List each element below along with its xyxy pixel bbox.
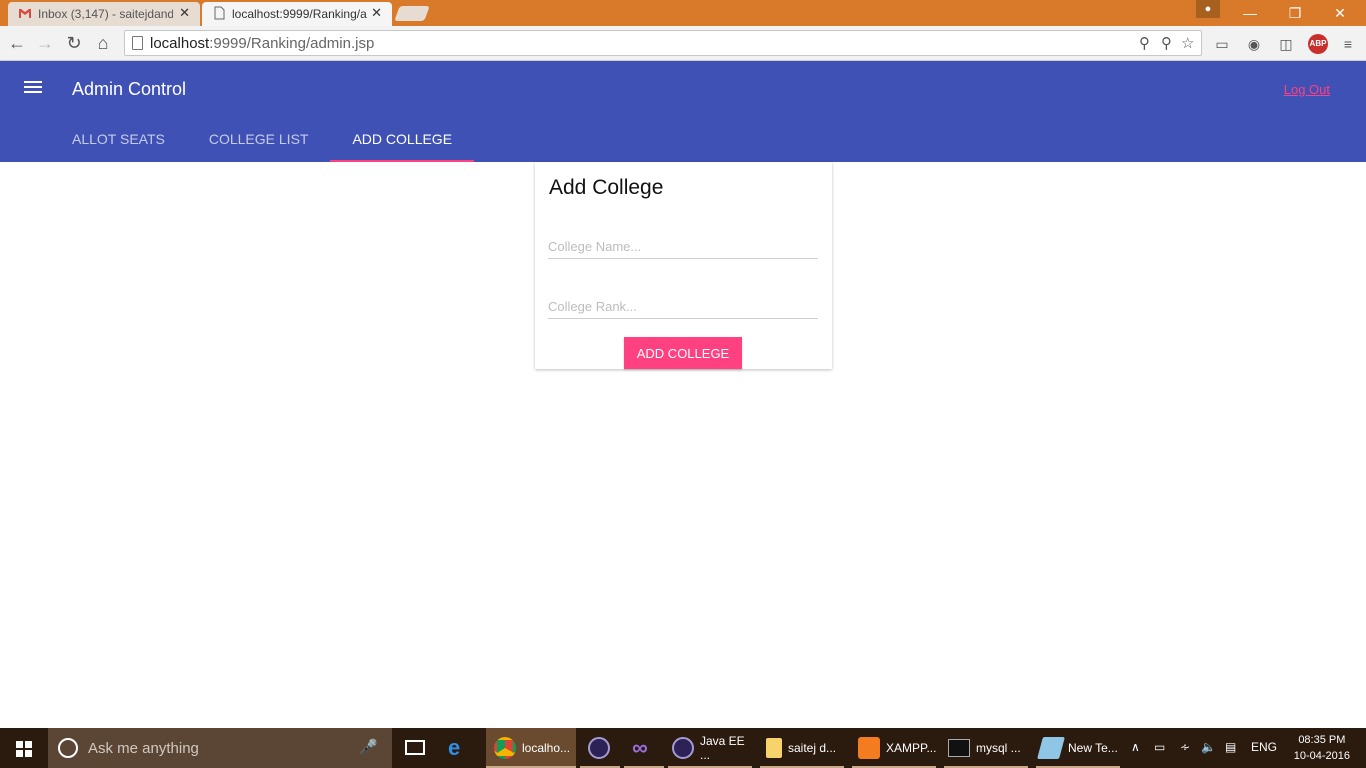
taskbar-item-label: mysql ... xyxy=(976,741,1021,755)
tab-add-college[interactable]: ADD COLLEGE xyxy=(330,121,474,162)
chrome-menu-icon[interactable]: ≡ xyxy=(1338,34,1358,54)
close-window-icon[interactable]: ✕ xyxy=(1320,3,1360,23)
clock-date: 10-04-2016 xyxy=(1293,750,1350,762)
taskbar-item-label: Java EE ... xyxy=(700,734,745,762)
edge-icon: e xyxy=(448,735,461,760)
battery-icon[interactable]: ▭ xyxy=(1154,740,1165,754)
zoom-icon[interactable]: ⚲ xyxy=(1139,34,1150,52)
terminal-icon xyxy=(948,739,970,757)
browser-tab-title: localhost:9999/Ranking/ac xyxy=(232,7,367,21)
taskbar-item-mysql[interactable]: mysql ... xyxy=(944,728,1028,768)
browser-toolbar: ← → ↻ ⌂ localhost:9999/Ranking/admin.jsp… xyxy=(0,26,1366,61)
adblock-plus-icon[interactable]: ABP xyxy=(1308,34,1328,54)
eclipse-icon xyxy=(588,737,610,759)
url-path: :9999/Ranking/admin.jsp xyxy=(209,35,375,52)
browser-tab-title: Inbox (3,147) - saitejdand xyxy=(38,7,173,21)
taskbar-item-label: saitej d... xyxy=(788,741,837,755)
add-college-button[interactable]: ADD COLLEGE xyxy=(624,337,742,369)
taskbar-item-notepad[interactable]: New Te... xyxy=(1036,728,1120,768)
tab-college-list[interactable]: COLLEGE LIST xyxy=(187,121,331,162)
hamburger-menu-icon[interactable] xyxy=(24,81,42,97)
eclipse-java-ee-icon xyxy=(672,737,694,759)
url-text: localhost:9999/Ranking/admin.jsp xyxy=(150,35,374,52)
minimize-icon[interactable]: — xyxy=(1230,3,1270,23)
tab-allot-seats[interactable]: ALLOT SEATS xyxy=(50,121,187,162)
taskbar-item-java-ee[interactable]: Java EE ... xyxy=(668,728,752,768)
chrome-icon xyxy=(494,737,516,759)
logout-link[interactable]: Log Out xyxy=(1284,82,1330,97)
visual-studio-icon: ∞ xyxy=(632,735,648,760)
back-icon[interactable]: ← xyxy=(6,32,28,54)
language-indicator[interactable]: ENG xyxy=(1251,740,1277,754)
taskbar-item-label: localho... xyxy=(522,741,571,755)
clock-time: 08:35 PM xyxy=(1298,734,1346,746)
browser-titlebar: Inbox (3,147) - saitejdand ✕ localhost:9… xyxy=(0,0,1366,26)
page-icon xyxy=(214,6,225,20)
action-center-icon[interactable]: ▤ xyxy=(1225,740,1236,754)
app-header: Admin Control Log Out ALLOT SEATS COLLEG… xyxy=(0,61,1366,162)
taskbar-item-folder[interactable]: saitej d... xyxy=(760,728,844,768)
taskbar-item-chrome[interactable]: localho... xyxy=(486,728,576,768)
folder-icon xyxy=(766,738,782,758)
windows-logo-icon xyxy=(16,741,32,757)
reload-icon[interactable]: ↻ xyxy=(63,32,85,54)
windows-taskbar: Ask me anything 🎤 e localho... ∞ Java EE… xyxy=(0,728,1366,768)
college-rank-input[interactable] xyxy=(548,295,818,319)
url-host: localhost xyxy=(150,35,210,52)
restore-icon[interactable]: ❐ xyxy=(1275,3,1315,23)
edge-taskbar-item[interactable]: e xyxy=(448,728,478,768)
taskbar-item-label: XAMPP... xyxy=(886,741,937,755)
taskbar-item-eclipse[interactable] xyxy=(580,728,620,768)
browser-tab-gmail[interactable]: Inbox (3,147) - saitejdand ✕ xyxy=(8,2,200,26)
card-title: Add College xyxy=(549,176,664,199)
notepad-icon xyxy=(1037,737,1065,759)
cortana-search-box[interactable]: Ask me anything 🎤 xyxy=(48,728,392,768)
key-icon[interactable]: ⚲ xyxy=(1161,34,1172,52)
gmail-icon xyxy=(19,9,31,18)
xampp-icon xyxy=(858,737,880,759)
database-extension-icon[interactable]: ◫ xyxy=(1276,34,1296,54)
new-tab-button[interactable] xyxy=(394,6,430,21)
college-name-input[interactable] xyxy=(548,235,818,259)
taskbar-item-xampp[interactable]: XAMPP... xyxy=(852,728,936,768)
wifi-icon[interactable]: ∻ xyxy=(1180,740,1190,754)
show-hidden-icons-icon[interactable]: ∧ xyxy=(1131,740,1140,754)
cast-icon[interactable]: ▭ xyxy=(1212,34,1232,54)
address-bar[interactable]: localhost:9999/Ranking/admin.jsp ⚲ ⚲ ☆ xyxy=(124,30,1202,56)
taskbar-item-label: New Te... xyxy=(1068,741,1118,755)
close-tab-icon[interactable]: ✕ xyxy=(371,5,382,21)
globe-extension-icon[interactable]: ◉ xyxy=(1244,34,1264,54)
bookmark-star-icon[interactable]: ☆ xyxy=(1181,34,1194,52)
app-tabs: ALLOT SEATS COLLEGE LIST ADD COLLEGE xyxy=(50,121,474,162)
taskbar-clock[interactable]: 08:35 PM 10-04-2016 xyxy=(1294,732,1350,764)
browser-tab-localhost[interactable]: localhost:9999/Ranking/ac ✕ xyxy=(202,2,392,26)
taskbar-item-visual-studio[interactable]: ∞ xyxy=(624,728,664,768)
app-title: Admin Control xyxy=(72,79,187,99)
add-college-card: Add College ADD COLLEGE xyxy=(535,162,832,369)
microphone-icon[interactable]: 🎤 xyxy=(359,738,378,756)
profile-icon[interactable]: ● xyxy=(1196,0,1220,18)
start-button[interactable] xyxy=(0,728,48,768)
page-info-icon[interactable] xyxy=(132,36,143,50)
close-tab-icon[interactable]: ✕ xyxy=(179,5,190,21)
cortana-placeholder: Ask me anything xyxy=(88,740,199,757)
home-icon[interactable]: ⌂ xyxy=(92,32,114,54)
volume-icon[interactable]: 🔈 xyxy=(1201,740,1216,754)
forward-icon[interactable]: → xyxy=(34,32,56,54)
cortana-icon xyxy=(58,738,78,758)
task-view-icon[interactable] xyxy=(405,740,425,755)
